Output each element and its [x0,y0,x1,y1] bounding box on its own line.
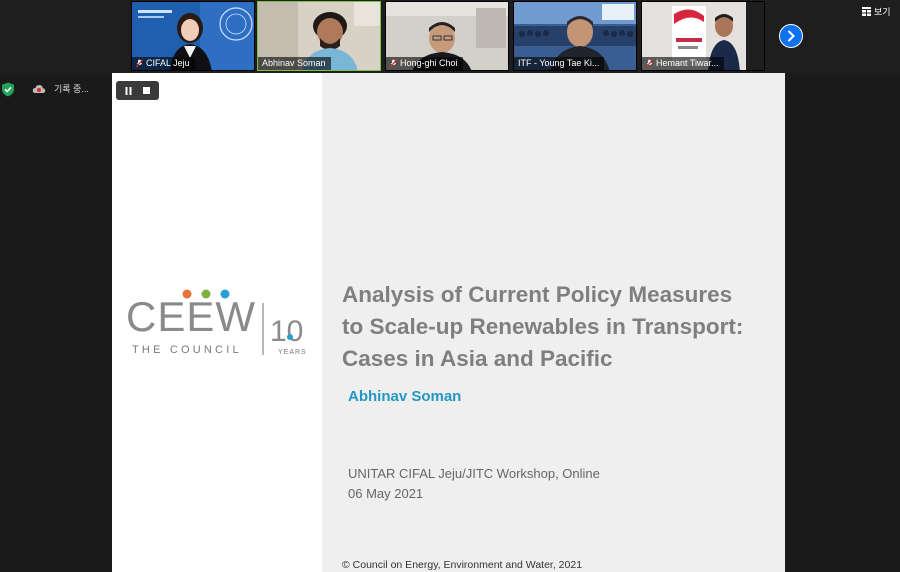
participant-tile-abhinav-soman[interactable]: Abhinav Soman [257,1,381,71]
slide-event-info: UNITAR CIFAL Jeju/JITC Workshop, Online … [348,464,600,504]
view-button[interactable]: 보기 [862,5,891,18]
participant-strip: CIFAL Jeju Abhinav Soman Hong-ghi Choi I… [0,0,900,73]
stop-button[interactable] [143,87,151,94]
cloud-record-icon [32,84,46,93]
participant-name-tag: Hemant Tiwar... [642,57,724,70]
slide-copyright: © Council on Energy, Environment and Wat… [342,559,583,571]
shield-check-icon[interactable] [1,82,15,97]
ceew-logo: CEEW THE COUNCIL 10 YEARS [126,289,307,356]
participant-name-tag: CIFAL Jeju [132,57,195,70]
participant-name: Hong-ghi Choi [400,58,458,68]
participant-name: Abhinav Soman [262,58,326,68]
mic-muted-icon [646,59,653,68]
shared-slide: CEEW THE COUNCIL 10 YEARS Analysis of Cu… [112,73,785,572]
slide-title: Analysis of Current Policy Measures to S… [342,279,782,375]
pause-button[interactable] [125,86,132,95]
logo-years: YEARS [278,349,307,356]
pause-icon [125,86,132,95]
mic-muted-icon [136,59,143,68]
participant-tile-hemant-tiwari[interactable]: Hemant Tiwar... [641,1,765,71]
logo-anniversary: 10 [270,315,303,348]
slide-author: Abhinav Soman [348,388,462,405]
participant-name: CIFAL Jeju [146,58,190,68]
logo-subtitle: THE COUNCIL [132,344,242,356]
view-label: 보기 [874,7,891,17]
slide-title-line-3: Cases in Asia and Pacific [342,346,613,371]
slide-event: UNITAR CIFAL Jeju/JITC Workshop, Online [348,466,600,481]
slide-logo-panel: CEEW THE COUNCIL 10 YEARS [112,73,322,572]
participant-tile-hong-ghi-choi[interactable]: Hong-ghi Choi [385,1,509,71]
slide-date: 06 May 2021 [348,486,424,501]
slide-title-line-2: to Scale-up Renewables in Transport: [342,314,744,339]
recording-label: 기록 중... [54,84,89,94]
participant-name-tag: ITF - Young Tae Ki... [514,57,605,70]
slide-title-line-1: Analysis of Current Policy Measures [342,282,733,307]
logo-wordmark: CEEW [126,293,256,340]
share-controls [116,81,159,100]
mic-muted-icon [390,59,397,68]
participant-name-tag: Hong-ghi Choi [386,57,463,70]
logo-dot-small [287,334,293,340]
next-participants-button[interactable] [779,24,803,48]
participant-name-tag: Abhinav Soman [258,57,331,70]
grid-view-icon [862,7,871,16]
recording-indicator[interactable]: 기록 중... [32,82,89,95]
stop-icon [143,87,151,94]
participant-tile-itf-young-tae-kim[interactable]: ITF - Young Tae Ki... [513,1,637,71]
slide-content-panel: Analysis of Current Policy Measures to S… [322,73,785,572]
participant-name: ITF - Young Tae Ki... [518,58,600,68]
chevron-right-icon [788,30,795,42]
participant-name: Hemant Tiwar... [656,58,719,68]
participant-tile-cifal-jeju[interactable]: CIFAL Jeju [131,1,255,71]
